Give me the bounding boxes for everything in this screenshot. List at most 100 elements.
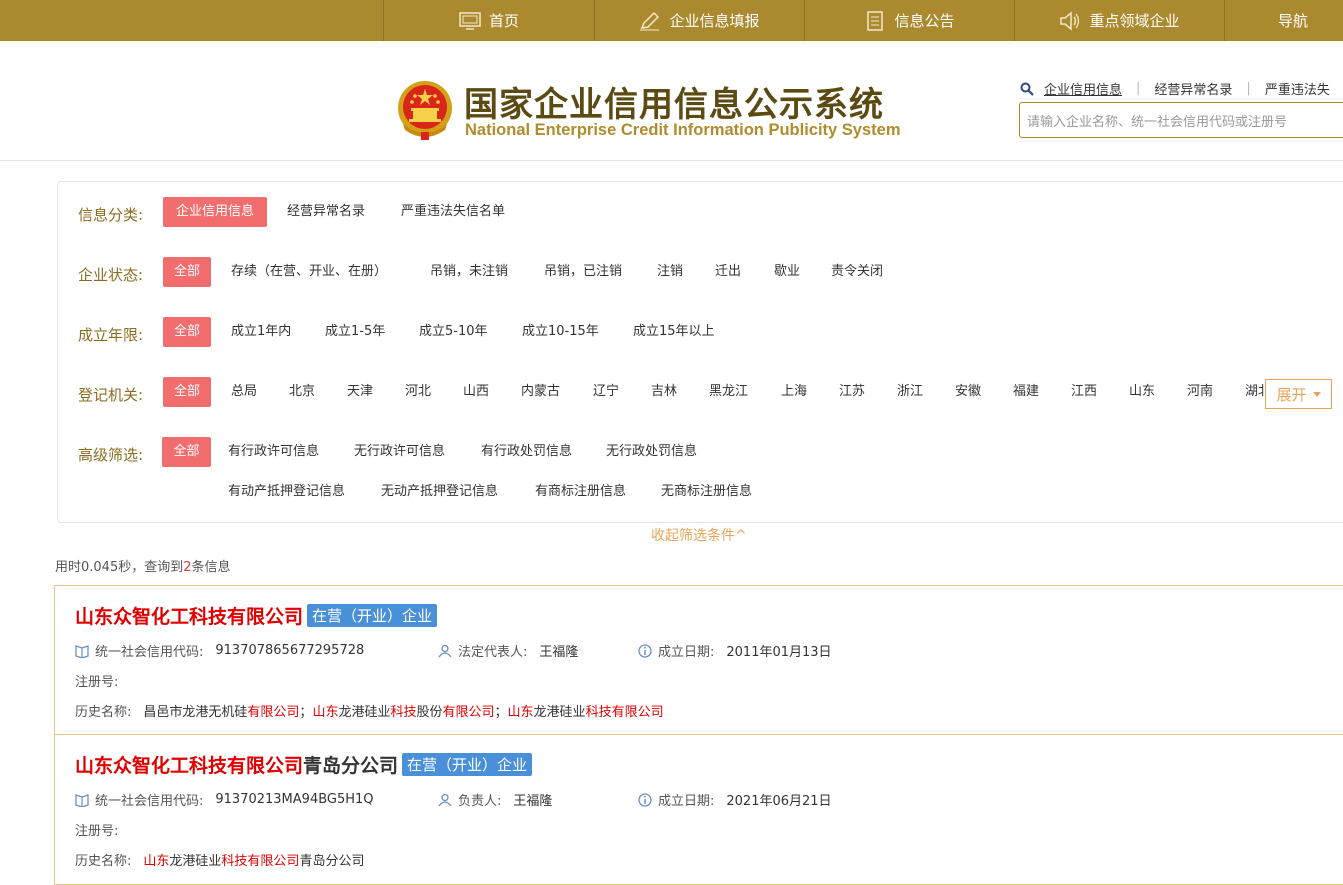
nav-home-label: 首页 (488, 12, 519, 30)
company-name[interactable]: 山东众智化工科技有限公司 在营（开业）企业 (75, 602, 438, 629)
history-value: 山东龙港硅业科技有限公司青岛分公司 (143, 850, 364, 869)
advanced-option[interactable]: 无行政许可信息 (354, 437, 445, 467)
authority-option[interactable]: 山东 (1129, 377, 1155, 407)
authority-option[interactable]: 安徽 (955, 377, 981, 407)
category-option-credit[interactable]: 企业信用信息 (163, 197, 267, 227)
advanced-option[interactable]: 有动产抵押登记信息 (228, 477, 345, 507)
company-name[interactable]: 山东众智化工科技有限公司 青岛分公司 在营（开业）企业 (75, 751, 533, 778)
result-count: 2 (183, 560, 192, 575)
authority-option[interactable]: 内蒙古 (521, 377, 560, 407)
tab-enterprise-credit[interactable]: 企业信用信息 (1044, 79, 1122, 98)
result-card[interactable]: 山东众智化工科技有限公司 在营（开业）企业 统一社会信用代码: 91370786… (54, 585, 1343, 735)
status-badge: 在营（开业）企业 (402, 753, 533, 776)
history-segment: 有限公司 (442, 705, 495, 720)
founded-date-label: 成立日期: (658, 794, 715, 809)
expand-button[interactable]: 展开 (1265, 379, 1332, 409)
status-option-ordered-closed[interactable]: 责令关闭 (831, 257, 883, 287)
status-option-deregistered[interactable]: 注销 (657, 257, 683, 287)
age-option-1-5y[interactable]: 成立1-5年 (325, 317, 385, 347)
category-option-abnormal[interactable]: 经营异常名录 (287, 197, 365, 227)
age-option-all[interactable]: 全部 (163, 317, 211, 347)
search-input[interactable]: 请输入企业名称、统一社会信用代码或注册号 (1019, 102, 1343, 138)
history-segment: 科技 (390, 705, 417, 720)
nav-key-sectors-label: 重点领域企业 (1089, 12, 1180, 30)
nav-key-sectors[interactable]: 重点领域企业 (1014, 0, 1224, 41)
nav-report[interactable]: 企业信息填报 (594, 0, 804, 41)
responsible-person-field: 负责人: 王福隆 (438, 790, 552, 809)
advanced-option[interactable]: 有行政处罚信息 (481, 437, 572, 467)
category-option-violation[interactable]: 严重违法失信名单 (401, 197, 505, 227)
age-option-1y[interactable]: 成立1年内 (231, 317, 291, 347)
filter-label-advanced: 高级筛选: (78, 446, 144, 464)
history-segment: 青岛分公司 (299, 854, 365, 869)
filter-panel (57, 181, 1343, 523)
top-nav: 首页 企业信息填报 信息公告 重点领域企业 导航 (0, 0, 1343, 41)
status-option-moved-out[interactable]: 迁出 (715, 257, 741, 287)
authority-option[interactable]: 河北 (405, 377, 431, 407)
tab-abnormal-list[interactable]: 经营异常名录 (1154, 79, 1232, 98)
history-value: 昌邑市龙港无机硅有限公司；山东龙港硅业科技股份有限公司；山东龙港硅业科技有限公司 (143, 701, 663, 720)
tab-serious-violation[interactable]: 严重违法失 (1265, 79, 1330, 98)
age-option-5-10y[interactable]: 成立5-10年 (419, 317, 488, 347)
advanced-option[interactable]: 无行政处罚信息 (606, 437, 697, 467)
filter-label-category: 信息分类: (78, 206, 144, 224)
tab-divider: | (1136, 81, 1141, 96)
legal-rep-field: 法定代表人: 王福隆 (438, 641, 578, 660)
founded-date-value: 2011年01月13日 (726, 645, 832, 660)
site-subtitle: National Enterprise Credit Information P… (465, 121, 901, 139)
status-option-suspended[interactable]: 歇业 (774, 257, 800, 287)
authority-option[interactable]: 天津 (347, 377, 373, 407)
filter-label-age: 成立年限: (78, 326, 144, 344)
history-segment: 昌邑市龙港无机硅 (143, 705, 248, 720)
history-names-field: 历史名称: 昌邑市龙港无机硅有限公司；山东龙港硅业科技股份有限公司；山东龙港硅业… (75, 701, 664, 720)
authority-option[interactable]: 总局 (231, 377, 257, 407)
status-option-active[interactable]: 存续（在营、开业、在册） (231, 257, 387, 287)
advanced-option[interactable]: 有商标注册信息 (535, 477, 626, 507)
info-icon (638, 792, 652, 807)
speaker-icon (1060, 10, 1080, 31)
age-option-15y-plus[interactable]: 成立15年以上 (633, 317, 715, 347)
company-name-main: 山东众智化工科技有限公司 (75, 755, 304, 777)
authority-option[interactable]: 黑龙江 (709, 377, 748, 407)
nav-guide[interactable]: 导航 (1224, 0, 1343, 41)
authority-option[interactable]: 辽宁 (593, 377, 619, 407)
status-option-all[interactable]: 全部 (163, 257, 211, 287)
authority-option[interactable]: 北京 (289, 377, 315, 407)
person-icon (438, 793, 452, 806)
authority-option[interactable]: 吉林 (651, 377, 677, 407)
nav-guide-label: 导航 (1278, 12, 1309, 30)
authority-option[interactable]: 山西 (463, 377, 489, 407)
authority-option[interactable]: 福建 (1013, 377, 1039, 407)
history-segment: ； (494, 705, 508, 720)
founded-date-value: 2021年06月21日 (726, 794, 832, 809)
advanced-option-all[interactable]: 全部 (162, 437, 211, 467)
reg-number-label: 注册号: (75, 675, 119, 690)
advanced-option[interactable]: 有行政许可信息 (228, 437, 319, 467)
collapse-filters-link[interactable]: 收起筛选条件^ (651, 525, 747, 545)
book-icon (75, 644, 89, 658)
nav-announcement[interactable]: 信息公告 (804, 0, 1014, 41)
info-icon (638, 643, 652, 658)
age-option-10-15y[interactable]: 成立10-15年 (522, 317, 599, 347)
credit-code-field: 统一社会信用代码: 913707865677295728 (75, 641, 364, 660)
reg-number-field: 注册号: (75, 820, 130, 839)
company-name-suffix: 青岛分公司 (303, 755, 399, 777)
authority-option[interactable]: 上海 (781, 377, 807, 407)
authority-option[interactable]: 江西 (1071, 377, 1097, 407)
result-card[interactable]: 山东众智化工科技有限公司 青岛分公司 在营（开业）企业 统一社会信用代码: 913… (54, 735, 1343, 885)
history-segment: 山东 (312, 705, 339, 720)
authority-option[interactable]: 河南 (1187, 377, 1213, 407)
stats-prefix: 用时0.045秒，查询到 (55, 560, 184, 575)
history-segment: 有限公司 (247, 705, 300, 720)
advanced-option[interactable]: 无动产抵押登记信息 (381, 477, 498, 507)
status-option-revoked-closed[interactable]: 吊销，已注销 (544, 257, 622, 287)
authority-option-all[interactable]: 全部 (163, 377, 211, 407)
expand-label: 展开 (1276, 385, 1307, 404)
person-icon (438, 644, 452, 657)
legal-rep-value: 王福隆 (539, 645, 579, 660)
status-option-revoked-open[interactable]: 吊销，未注销 (430, 257, 508, 287)
authority-option[interactable]: 浙江 (897, 377, 923, 407)
nav-home[interactable]: 首页 (383, 0, 594, 41)
advanced-option[interactable]: 无商标注册信息 (661, 477, 752, 507)
authority-option[interactable]: 江苏 (839, 377, 865, 407)
